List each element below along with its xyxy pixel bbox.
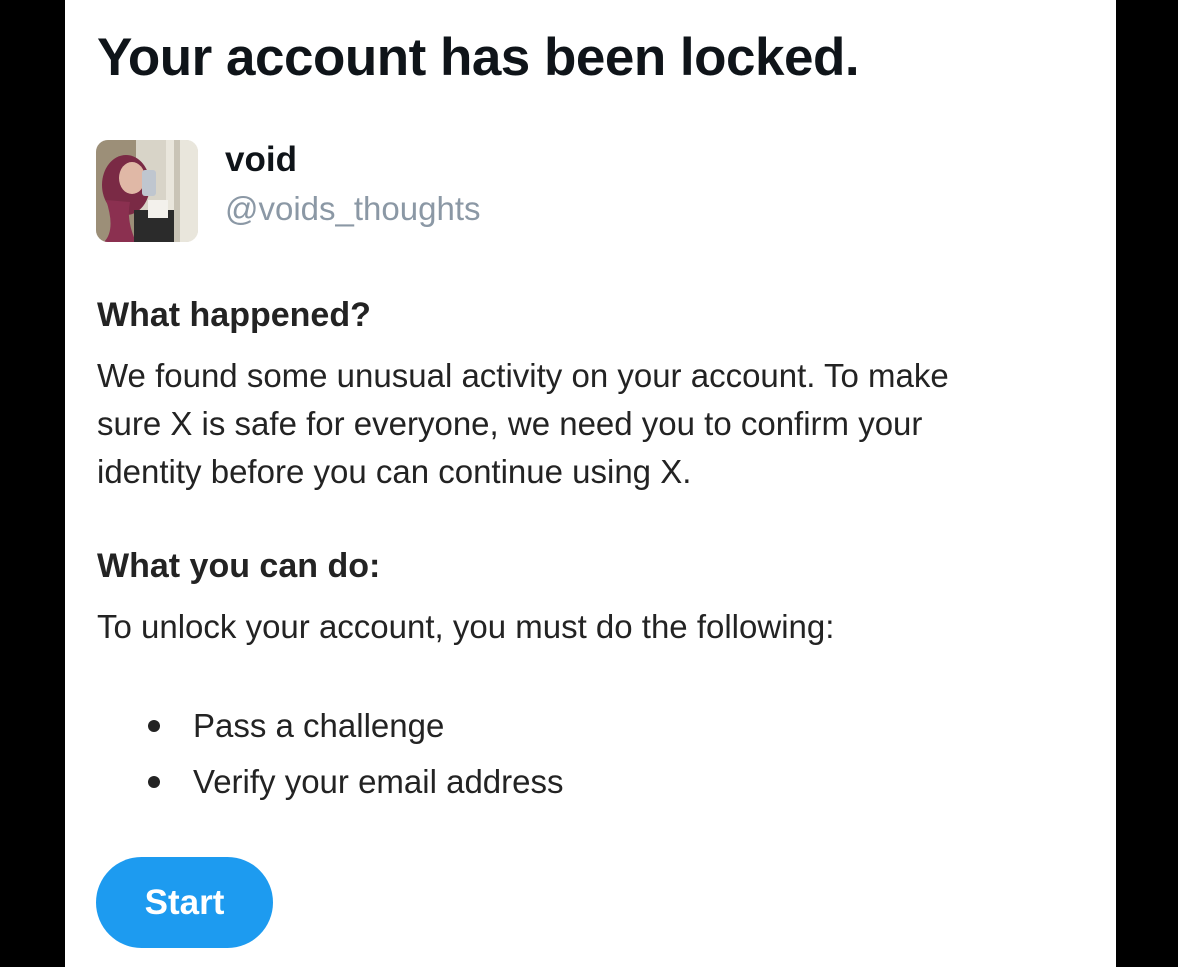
avatar [96, 140, 198, 242]
what-happened-line: We found some unusual activity on your a… [97, 357, 949, 394]
user-handle: @voids_thoughts [225, 190, 481, 227]
unlock-step: Pass a challenge [148, 700, 564, 756]
what-you-can-do-heading: What you can do: [97, 547, 381, 585]
display-name: void [225, 140, 297, 179]
unlock-step-label: Verify your email address [193, 763, 564, 800]
lock-notice-card: Your account has been locked. void @void… [65, 0, 1116, 967]
page-title: Your account has been locked. [97, 28, 860, 87]
bullet-icon [148, 720, 160, 732]
what-happened-heading: What happened? [97, 296, 371, 334]
unlock-instructions: To unlock your account, you must do the … [97, 608, 835, 645]
start-button[interactable]: Start [96, 857, 273, 948]
unlock-step: Verify your email address [148, 756, 564, 812]
bullet-icon [148, 776, 160, 788]
what-happened-text: We found some unusual activity on your a… [97, 352, 949, 496]
unlock-steps-list: Pass a challenge Verify your email addre… [148, 700, 564, 812]
what-happened-line: sure X is safe for everyone, we need you… [97, 405, 923, 442]
unlock-step-label: Pass a challenge [193, 707, 445, 744]
what-happened-line: identity before you can continue using X… [97, 453, 692, 490]
